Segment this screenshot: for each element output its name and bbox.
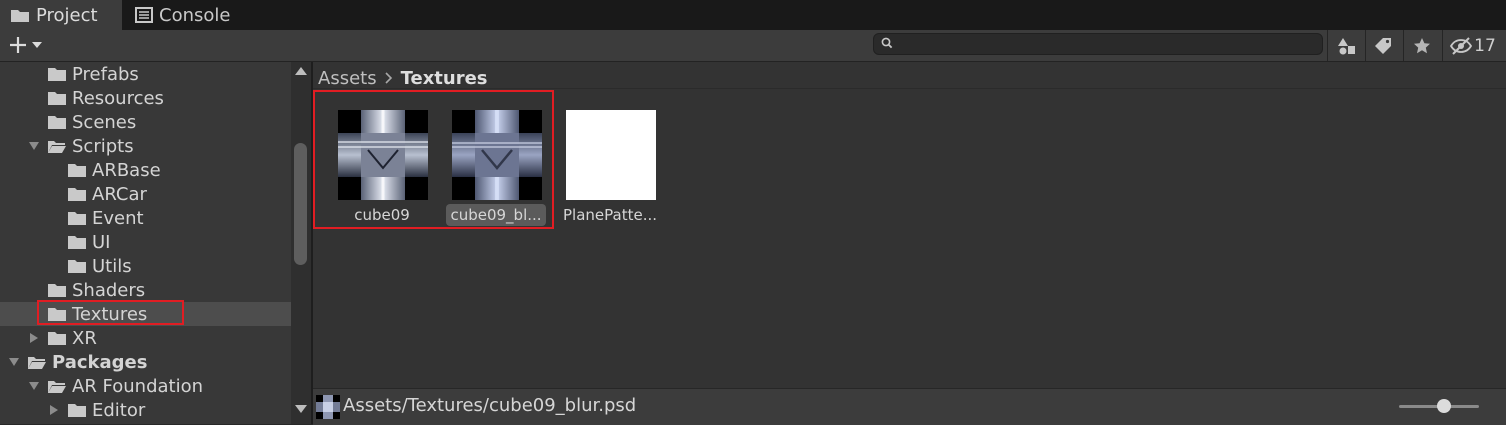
tree-item-resources[interactable]: Resources [0,86,291,110]
folder-icon [48,332,66,345]
eye-slash-icon [1450,37,1473,55]
folder-icon [68,236,86,249]
folder-icon [11,10,29,22]
project-toolbar: 17 [0,30,1506,62]
tab-console[interactable]: Console [135,0,230,30]
folder-tree: Prefabs Resources Scenes Scripts ARBase ARCar… [0,62,291,424]
tree-item-label: Prefabs [72,63,139,85]
tab-label: Project [36,4,98,26]
tree-item-label: AR Foundation [72,375,204,397]
tree-item-event[interactable]: Event [0,206,291,230]
selected-asset-path: Assets/Textures/cube09_blur.psd [343,395,637,416]
folder-open-icon [28,357,46,369]
star-icon [1414,38,1430,54]
toolbar-divider [1365,30,1366,61]
console-icon [135,7,153,23]
create-button[interactable] [8,34,42,56]
folder-icon [68,404,86,417]
tree-item-editor[interactable]: Editor [0,398,291,422]
tree-item-label: Resources [72,87,164,109]
tree-item-label: Scenes [72,111,137,133]
toolbar-divider [1403,30,1404,61]
tree-item-ar-foundation[interactable]: AR Foundation [0,374,291,398]
search-icon [881,37,893,49]
highlight-box [313,90,554,229]
tree-item-packages[interactable]: Packages [0,350,291,374]
plus-icon [10,37,26,53]
folder-icon [48,68,66,81]
expand-arrow-open-icon[interactable] [8,356,20,368]
tree-item-label: XR [72,327,97,349]
scroll-thumb[interactable] [294,143,307,265]
tree-item-utils[interactable]: Utils [0,254,291,278]
expand-arrow-closed-icon[interactable] [48,404,60,416]
tree-item-prefabs[interactable]: Prefabs [0,62,291,86]
breadcrumb: Assets Textures [318,66,488,90]
tree-item-label: ARCar [92,183,147,205]
folder-icon [68,164,86,177]
toolbar-divider [1442,30,1443,61]
white-texture-thumbnail [566,110,656,200]
tree-item-label: UI [92,231,111,253]
tree-item-scripts[interactable]: Scripts [0,134,291,158]
expand-arrow-closed-icon[interactable] [28,332,40,344]
search-input[interactable] [873,33,1323,55]
asset-label: PlanePatte... [563,206,657,224]
shapes-icon [1338,38,1355,55]
chevron-down-icon [32,42,42,48]
tree-item-label: Utils [92,255,132,277]
tree-item-label: Event [92,207,144,229]
tree-item-label: Editor [92,399,146,421]
tree-item-scenes[interactable]: Scenes [0,110,291,134]
folder-icon [68,260,86,273]
breadcrumb-divider [313,88,1506,89]
tree-item-shaders[interactable]: Shaders [0,278,291,302]
folder-icon [48,284,66,297]
highlight-box [37,300,184,325]
zoom-slider-thumb[interactable] [1437,399,1451,413]
scroll-up-arrow[interactable] [295,67,307,75]
scroll-down-arrow[interactable] [295,405,307,413]
tree-scrollbar[interactable] [291,62,311,424]
search-by-type-button[interactable] [1333,33,1361,59]
tag-icon [1375,38,1391,54]
status-bar: Assets/Textures/cube09_blur.psd [313,388,1506,425]
folder-icon [68,212,86,225]
hidden-packages-count: 17 [1474,36,1496,56]
tab-bar: Project Console [0,0,1506,30]
cubemap-texture-icon [316,395,340,419]
tree-item-ui[interactable]: UI [0,230,291,254]
expand-arrow-open-icon[interactable] [28,140,40,152]
chevron-right-icon [385,72,392,84]
tree-item-xr[interactable]: XR [0,326,291,350]
folder-open-icon [48,381,66,393]
favorites-button[interactable] [1408,33,1436,59]
tree-item-label: Packages [52,351,148,373]
toolbar-divider [1327,30,1328,61]
hidden-packages-toggle[interactable]: 17 [1448,33,1498,59]
expand-arrow-open-icon[interactable] [28,380,40,392]
breadcrumb-textures[interactable]: Textures [401,68,488,89]
folder-icon [48,92,66,105]
folder-icon [48,116,66,129]
tree-item-label: ARBase [92,159,161,181]
folder-icon [68,188,86,201]
tab-project[interactable]: Project [0,0,122,30]
folder-open-icon [48,141,66,153]
tree-item-label: Scripts [72,135,134,157]
tab-label: Console [159,4,231,26]
tree-item-arcar[interactable]: ARCar [0,182,291,206]
search-by-label-button[interactable] [1369,33,1397,59]
tree-item-label: Shaders [72,279,146,301]
breadcrumb-assets[interactable]: Assets [318,68,377,89]
tree-item-arbase[interactable]: ARBase [0,158,291,182]
